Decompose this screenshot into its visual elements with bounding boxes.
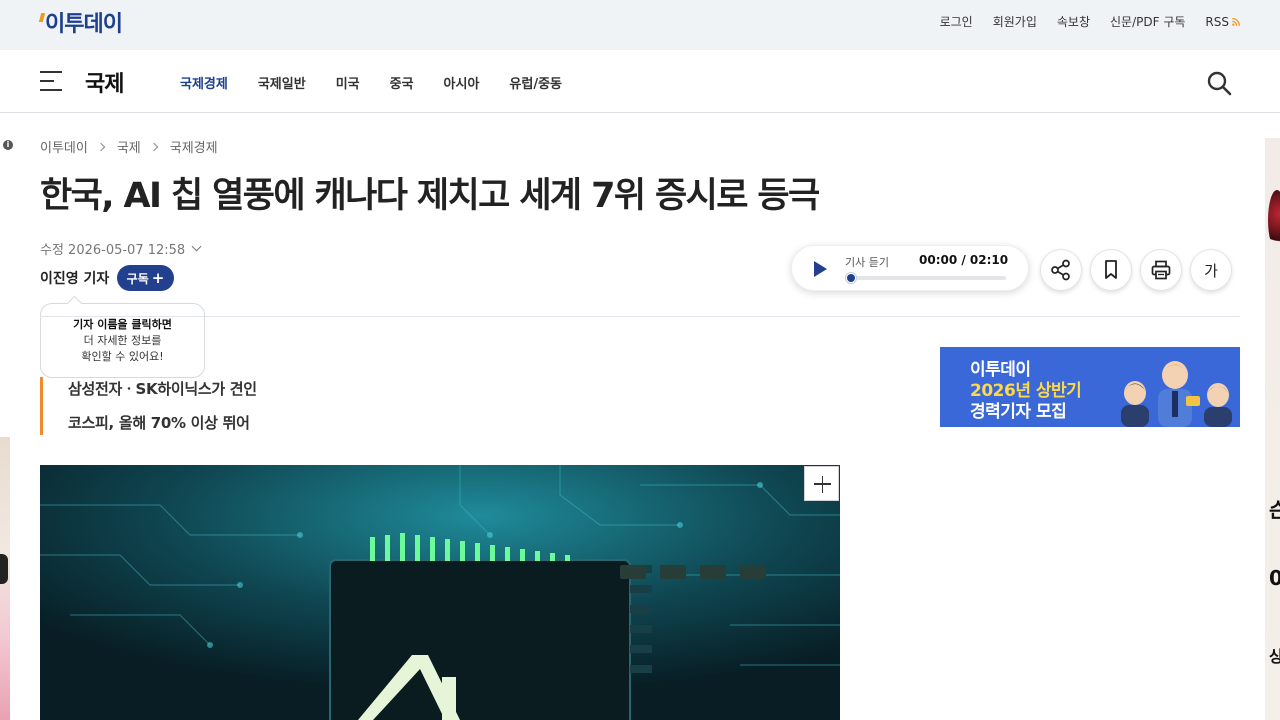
utility-nav: 로그인 회원가입 속보창 신문/PDF 구독 RSS (940, 14, 1240, 30)
recruitment-banner-ad[interactable]: 이투데이 2026년 상반기 경력기자 모집 (940, 347, 1240, 427)
ai-chip-illustration (40, 465, 840, 720)
bookmark-button[interactable] (1090, 249, 1132, 291)
sub-nav: 국제경제 국제일반 미국 중국 아시아 유럽/중동 (180, 73, 562, 92)
summary-line-1: 삼성전자ㆍSK하이닉스가 견인 (68, 380, 257, 398)
breadcrumb: 이투데이 국제 국제경제 (40, 137, 218, 156)
subnav-item-intl-general[interactable]: 국제일반 (258, 73, 306, 92)
newspaper-subscribe-link[interactable]: 신문/PDF 구독 (1110, 14, 1185, 30)
tooltip-line-3: 확인할 수 있어요! (81, 350, 164, 363)
player-label: 기사 듣기 (845, 256, 889, 269)
rss-label: RSS (1205, 15, 1229, 29)
subnav-item-asia[interactable]: 아시아 (444, 73, 480, 92)
signup-link[interactable]: 회원가입 (993, 14, 1037, 30)
breadcrumb-subsection[interactable]: 국제경제 (170, 137, 218, 156)
bookmark-icon (1105, 260, 1117, 279)
banner-line-3: 경력기자 모집 (970, 402, 1067, 422)
subscribe-label: 구독 (126, 271, 149, 286)
side-ad-text-1: 슨 (1269, 498, 1280, 522)
share-icon (1051, 259, 1070, 281)
subnav-item-intl-economy[interactable]: 국제경제 (180, 73, 228, 92)
tooltip-line-1: 기자 이름을 클릭하면 (73, 318, 172, 331)
breadcrumb-home[interactable]: 이투데이 (40, 137, 88, 156)
plus-icon: + (151, 269, 165, 287)
left-side-ad[interactable] (0, 437, 10, 720)
reporter-subscribe-button[interactable]: 구독 + (117, 265, 174, 291)
article-audio-player: 기사 듣기 00:00 / 02:10 (791, 245, 1029, 291)
side-ad-image (1268, 190, 1280, 250)
logo-text: 이투데이 (45, 12, 123, 37)
tooltip-line-2: 더 자세한 정보를 (83, 334, 162, 347)
site-logo[interactable]: 이투데이 (38, 11, 123, 39)
font-size-button[interactable]: 가 (1190, 249, 1232, 291)
subnav-item-china[interactable]: 중국 (390, 73, 414, 92)
share-button[interactable] (1040, 249, 1082, 291)
rss-icon (1232, 18, 1240, 26)
top-utility-bar: 이투데이 로그인 회원가입 속보창 신문/PDF 구독 RSS (0, 0, 1280, 50)
rss-link[interactable]: RSS (1205, 14, 1240, 30)
ad-info-icon[interactable]: i (3, 140, 13, 150)
print-button[interactable] (1140, 249, 1182, 291)
chevron-right-icon (149, 142, 159, 151)
menu-icon[interactable] (40, 71, 62, 91)
play-icon[interactable] (814, 261, 827, 277)
right-side-ad[interactable]: 슨 0 상 (1265, 138, 1280, 720)
font-size-label: 가 (1204, 261, 1218, 280)
article-summary: 삼성전자ㆍSK하이닉스가 견인 코스피, 올해 70% 이상 뛰어 (40, 377, 440, 435)
chevron-down-icon (191, 241, 202, 252)
subnav-item-usa[interactable]: 미국 (336, 73, 360, 92)
section-nav: 국제 국제경제 국제일반 미국 중국 아시아 유럽/중동 (0, 50, 1280, 113)
chevron-right-icon (96, 142, 106, 151)
section-title[interactable]: 국제 (85, 66, 124, 98)
reporter-tooltip: 기자 이름을 클릭하면 더 자세한 정보를 확인할 수 있어요! (40, 303, 205, 378)
breaking-news-link[interactable]: 속보창 (1057, 14, 1090, 30)
image-zoom-button[interactable] (804, 466, 839, 501)
article-image[interactable] (40, 465, 840, 720)
reporter-name[interactable]: 이진영 기자 (40, 268, 109, 288)
breadcrumb-section[interactable]: 국제 (117, 137, 141, 156)
player-time: 00:00 / 02:10 (919, 253, 1009, 267)
side-ad-text-3: 상 (1269, 647, 1280, 666)
article-modified-date[interactable]: 수정 2026-05-07 12:58 (40, 239, 202, 258)
subnav-item-europe-mideast[interactable]: 유럽/중동 (509, 73, 562, 92)
print-icon (1151, 260, 1171, 280)
modified-date-text: 수정 2026-05-07 12:58 (40, 243, 186, 258)
player-progress-track[interactable] (850, 276, 1006, 280)
banner-illustration (1121, 361, 1232, 427)
meta-divider (40, 316, 1240, 317)
search-icon[interactable] (1206, 70, 1232, 96)
side-ad-text-2: 0 (1269, 566, 1280, 590)
summary-line-2: 코스피, 올해 70% 이상 뛰어 (68, 414, 250, 432)
player-progress-knob[interactable] (846, 273, 856, 283)
login-link[interactable]: 로그인 (940, 14, 973, 30)
article-headline: 한국, AI 칩 열풍에 캐나다 제치고 세계 7위 증시로 등극 (40, 176, 820, 216)
